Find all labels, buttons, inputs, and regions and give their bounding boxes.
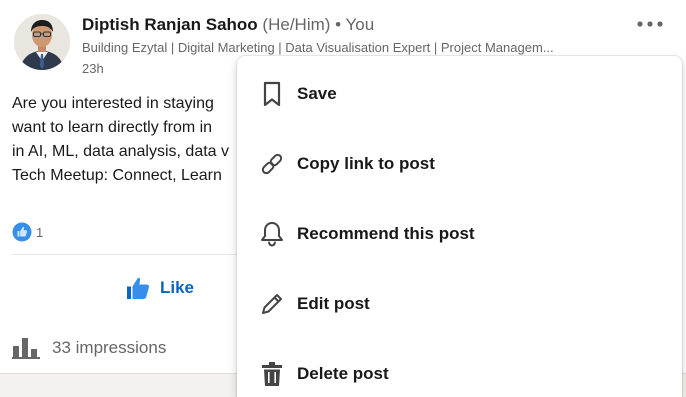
- author-pronouns: (He/Him): [262, 15, 331, 34]
- menu-item-label: Edit post: [297, 294, 370, 313]
- more-options-button[interactable]: [630, 12, 670, 36]
- like-label: Like: [160, 278, 195, 297]
- menu-item-recommend[interactable]: Recommend this post: [237, 199, 682, 269]
- menu-item-copy-link[interactable]: Copy link to post: [237, 129, 682, 199]
- author-headline: Building Ezytal | Digital Marketing | Da…: [82, 40, 554, 55]
- author-name[interactable]: Diptish Ranjan Sahoo: [82, 15, 258, 34]
- impressions-count: 33 impressions: [52, 338, 167, 357]
- post-text-line: Tech Meetup: Connect, Learn: [12, 167, 222, 184]
- avatar-photo: [14, 14, 70, 70]
- menu-item-label: Delete post: [297, 364, 389, 383]
- menu-item-label: Recommend this post: [297, 224, 475, 243]
- impressions-link[interactable]: 33 impressions: [12, 336, 166, 360]
- menu-item-label: Copy link to post: [297, 154, 435, 173]
- reactions-summary[interactable]: 1: [12, 222, 43, 242]
- trash-icon: [257, 359, 287, 389]
- menu-item-save[interactable]: Save: [237, 59, 682, 129]
- link-icon: [257, 149, 287, 179]
- ellipsis-icon: [637, 21, 663, 27]
- like-reaction-icon: [12, 222, 32, 242]
- menu-item-delete[interactable]: Delete post: [237, 339, 682, 397]
- divider: [12, 254, 248, 255]
- reaction-count: 1: [36, 224, 44, 240]
- thumbs-up-icon: [127, 277, 150, 299]
- post-timestamp: 23h: [82, 61, 104, 76]
- menu-item-edit[interactable]: Edit post: [237, 269, 682, 339]
- post-text-line: want to learn directly from in: [12, 119, 213, 136]
- bookmark-icon: [257, 79, 287, 109]
- post-text-line: Are you interested in staying: [12, 95, 214, 112]
- bell-icon: [257, 219, 287, 249]
- like-button[interactable]: Like: [124, 275, 194, 301]
- post-body: Are you interested in staying want to le…: [12, 92, 248, 188]
- menu-item-label: Save: [297, 84, 337, 103]
- bar-chart-icon: [12, 338, 40, 359]
- author-name-line: Diptish Ranjan Sahoo (He/Him) • You: [82, 15, 374, 35]
- you-badge: • You: [335, 15, 375, 34]
- pencil-icon: [257, 289, 287, 319]
- post-options-menu: Save Copy link to post Recommend this po…: [237, 56, 682, 397]
- post-text-line: in AI, ML, data analysis, data v: [12, 143, 230, 160]
- author-avatar[interactable]: [14, 14, 70, 70]
